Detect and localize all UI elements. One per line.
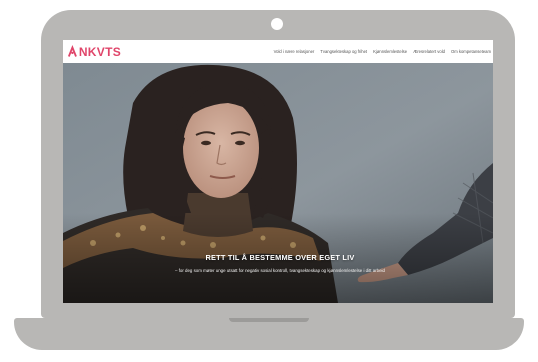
site-header: NKVTS Vold i nære relasjoner Tvangsektes… (63, 40, 493, 63)
hero-banner: RETT TIL Å BESTEMME OVER EGET LIV – for … (63, 63, 493, 303)
nkvts-logo-icon (67, 44, 77, 57)
hero-text: RETT TIL Å BESTEMME OVER EGET LIV – for … (145, 253, 415, 274)
laptop-base (14, 318, 524, 350)
nav-item-aeresrelatert[interactable]: Æresrelatert vold (413, 49, 445, 54)
nav-item-vold[interactable]: Vold i nære relasjoner (274, 49, 315, 54)
hero-title: RETT TIL Å BESTEMME OVER EGET LIV (205, 253, 355, 262)
laptop-notch (229, 318, 309, 322)
main-nav: Vold i nære relasjoner Tvangsekteskap og… (274, 40, 491, 63)
nav-item-om[interactable]: Om kompetanseteam (451, 49, 491, 54)
hero-subtitle: – for deg som møter unge utsatt for nega… (175, 268, 385, 273)
logo-text: NKVTS (78, 44, 121, 59)
nav-item-kjonnslemlestelse[interactable]: Kjønnslemlestelse (373, 49, 407, 54)
site-logo[interactable]: NKVTS (67, 43, 121, 60)
laptop-screen: NKVTS Vold i nære relasjoner Tvangsektes… (63, 40, 493, 303)
webcam-icon (271, 18, 283, 30)
nav-item-tvangsekteskap[interactable]: Tvangsekteskap og frihet (320, 49, 367, 54)
